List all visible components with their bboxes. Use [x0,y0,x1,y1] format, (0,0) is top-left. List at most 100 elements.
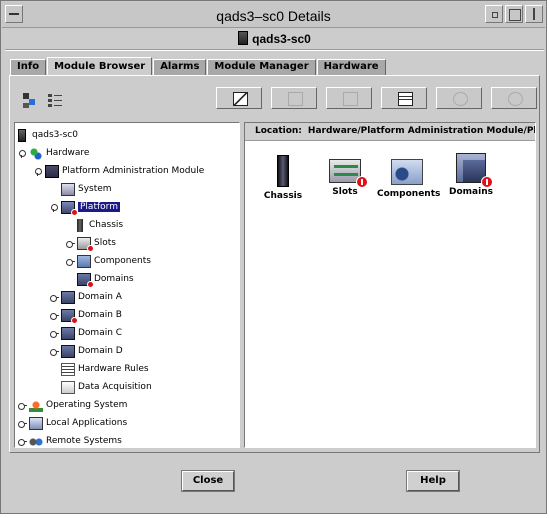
title-bar[interactable]: qads3–sc0 Details [2,2,545,28]
tree-node-label: Domain D [78,346,123,356]
tree-node-local-applications[interactable]: Local Applications [18,416,127,430]
help-button[interactable]: Help [406,470,460,492]
module-browser-panel: qads3-sc0 Hardware Platform Administrati… [9,75,540,453]
sync-button[interactable] [491,87,537,109]
platform-icon [61,200,78,216]
tree-node-host[interactable]: qads3-sc0 [18,128,78,142]
tree-node-label: Platform [78,202,120,212]
expand-toggle-icon[interactable] [66,239,75,248]
tab-info[interactable]: Info [10,59,47,75]
tab-module-browser[interactable]: Module Browser [47,57,153,75]
module-tree[interactable]: qads3-sc0 Hardware Platform Administrati… [14,122,240,448]
tree-node-label: System [78,184,112,194]
tree-node-domain-c[interactable]: Domain C [50,326,122,340]
tree-node-platform-admin-module[interactable]: Platform Administration Module [34,164,204,178]
close-window-icon[interactable] [525,5,543,23]
expand-toggle-icon[interactable] [50,293,59,302]
slots-icon [329,159,368,188]
refresh-button[interactable] [436,87,482,109]
expand-toggle-icon[interactable] [50,329,59,338]
content-item-domains[interactable]: Domains [441,153,501,197]
tree-node-domain-b[interactable]: Domain B [50,308,122,324]
maximize-icon[interactable] [505,5,523,23]
tree-node-label: qads3-sc0 [32,130,78,140]
tree-node-chassis[interactable]: Chassis [66,218,123,232]
content-item-chassis[interactable]: Chassis [253,155,313,201]
grid-button[interactable] [381,87,427,109]
tree-node-label: Local Applications [46,418,128,428]
content-item-label: Slots [332,187,358,197]
expand-toggle-icon[interactable] [50,347,59,356]
tab-module-manager[interactable]: Module Manager [207,59,316,75]
host-header: qads3-sc0 [1,31,548,46]
slots-icon [77,236,94,252]
details-window: qads3–sc0 Details qads3-sc0 Info Module … [0,0,547,514]
domains-icon [77,272,94,288]
tree-node-label: Domain B [78,310,122,320]
tree-node-domain-d[interactable]: Domain D [50,344,123,358]
expand-toggle-icon[interactable] [18,401,27,410]
os-icon [29,398,43,412]
expand-toggle-icon[interactable] [50,203,59,212]
tree-node-hardware[interactable]: Hardware [18,146,89,160]
expand-toggle-icon[interactable] [18,419,27,428]
tree-node-label: Components [94,256,151,266]
tree-node-label: Domain A [78,292,122,302]
tree-node-platform[interactable]: Platform [50,200,120,216]
location-bar: Location: Hardware/Platform Administratio… [245,123,535,141]
toolbar [216,87,546,109]
module-icon [45,164,59,178]
tree-node-label: Domain C [78,328,123,338]
alarm-indicator-icon [356,176,368,188]
domain-icon [61,344,75,358]
components-icon [77,254,91,268]
content-item-label: Domains [449,187,493,197]
tree-node-label: Data Acquisition [78,382,152,392]
tree-node-operating-system[interactable]: Operating System [18,398,127,412]
host-icon [238,31,249,45]
content-item-components[interactable]: Components [377,155,441,199]
expand-toggle-icon[interactable] [18,149,27,158]
expand-toggle-icon[interactable] [66,257,75,266]
location-label: Location: [255,126,302,136]
minimize-icon[interactable] [485,5,503,23]
expand-toggle-icon[interactable] [34,167,43,176]
tree-node-system[interactable]: System [50,182,112,196]
alarm-indicator-icon [481,176,493,188]
components-icon [391,159,423,185]
local-apps-icon [29,416,43,430]
location-path: Hardware/Platform Administration Module/… [307,126,535,136]
expand-toggle-icon[interactable] [18,437,27,446]
alarm-indicator-icon [87,244,94,252]
tab-bar: Info Module Browser Alarms Module Manage… [10,57,387,75]
list-view-icon[interactable] [46,91,64,109]
close-button[interactable]: Close [181,470,235,492]
tree-node-label: Slots [94,238,116,248]
content-item-label: Components [377,189,441,199]
tree-node-data-acquisition[interactable]: Data Acquisition [50,380,152,394]
tree-node-label: Domains [94,274,134,284]
tree-node-label: Hardware Rules [78,364,149,374]
properties-button[interactable] [271,87,317,109]
tree-node-hardware-rules[interactable]: Hardware Rules [50,362,149,376]
alarm-indicator-icon [71,316,78,324]
graph-button[interactable] [326,87,372,109]
domain-icon [61,290,75,304]
tab-hardware[interactable]: Hardware [316,59,386,75]
edit-button[interactable] [216,87,262,109]
tree-node-slots[interactable]: Slots [66,236,116,252]
rules-icon [61,362,75,376]
tab-alarms[interactable]: Alarms [153,59,207,75]
system-icon [61,182,75,196]
tree-view-icon[interactable] [20,91,38,109]
content-item-slots[interactable]: Slots [315,155,375,197]
tree-node-remote-systems[interactable]: Remote Systems [18,434,122,447]
remote-systems-icon [29,434,43,447]
host-icon [18,128,26,142]
tree-node-domains[interactable]: Domains [66,272,134,288]
tree-node-components[interactable]: Components [66,254,151,268]
view-toggle-group [20,91,64,109]
content-pane: Location: Hardware/Platform Administratio… [244,122,536,448]
expand-toggle-icon[interactable] [50,311,59,320]
tree-node-domain-a[interactable]: Domain A [50,290,122,304]
